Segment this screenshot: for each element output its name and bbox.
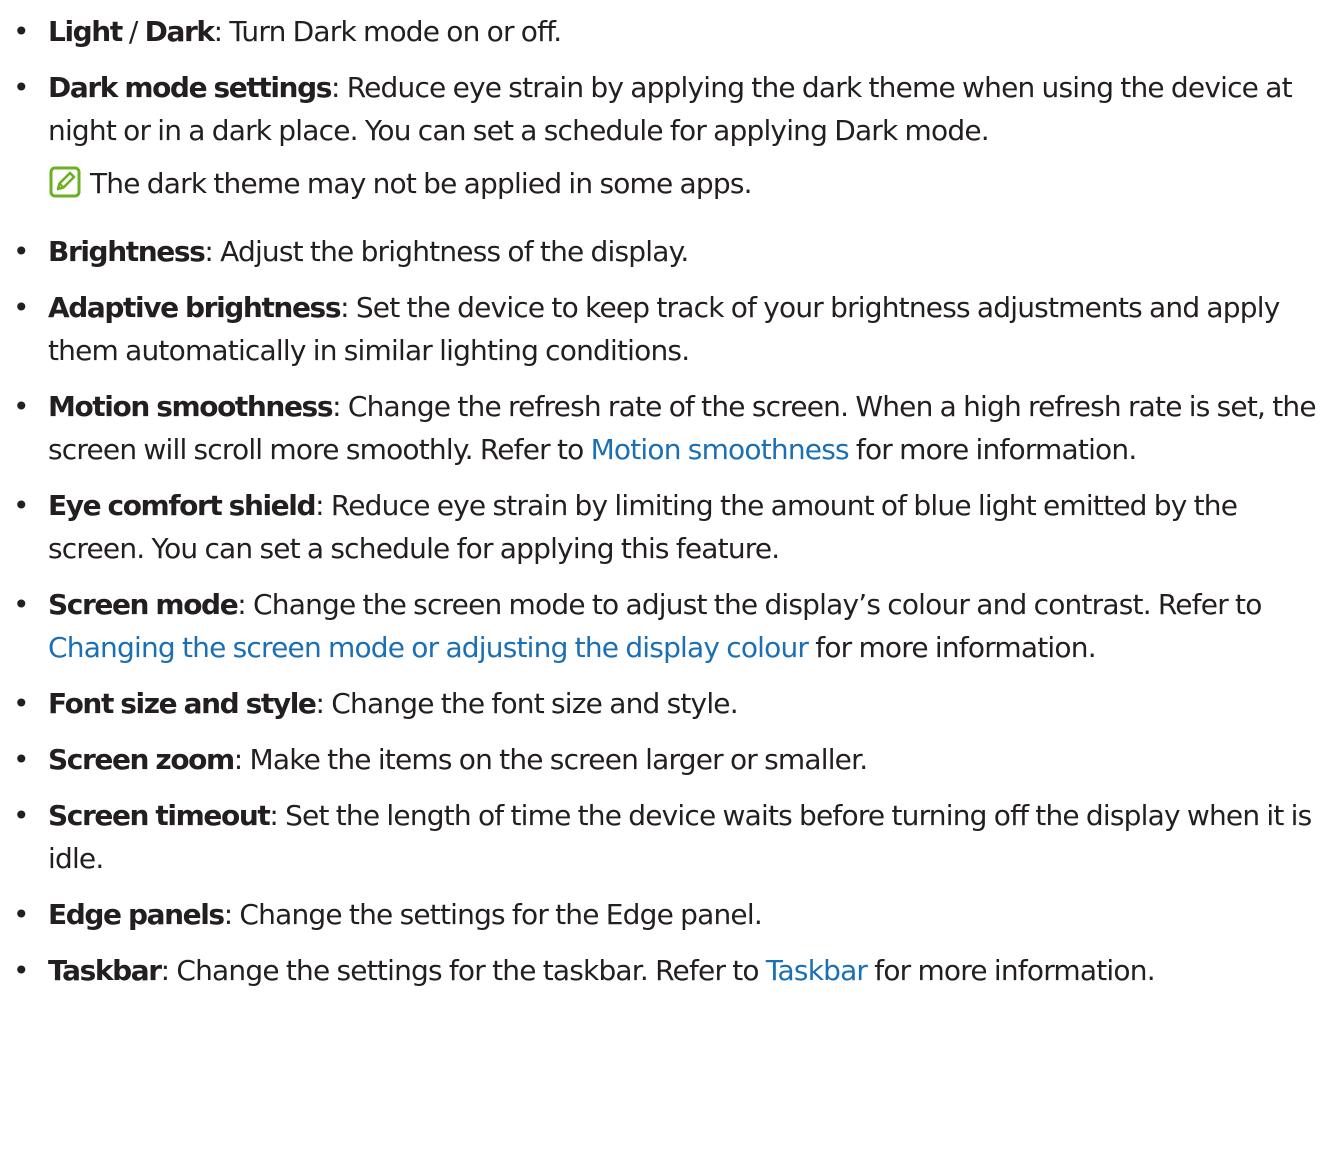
list-item-screen-timeout: • Screen timeout: Set the length of time… <box>8 794 1336 880</box>
term-dark-mode-settings: Dark mode settings <box>48 71 332 104</box>
bullet: • <box>13 71 30 104</box>
bullet: • <box>13 898 30 931</box>
term-motion-smoothness: Motion smoothness <box>48 390 333 423</box>
changing-screen-mode-link[interactable]: Changing the screen mode or adjusting th… <box>48 631 809 664</box>
item-description-end: for more information. <box>867 954 1155 987</box>
list-item-screen-zoom: • Screen zoom: Make the items on the scr… <box>8 738 1336 781</box>
term-screen-mode: Screen mode <box>48 588 239 621</box>
term-font-size-and-style: Font size and style <box>48 687 317 720</box>
list-item-light-dark: • Light / Dark: Turn Dark mode on or off… <box>8 10 1336 53</box>
term-dark: Dark <box>144 15 215 48</box>
item-description: : Change the settings for the Edge panel… <box>223 898 763 931</box>
list-item-brightness: • Brightness: Adjust the brightness of t… <box>8 230 1336 273</box>
bullet: • <box>13 799 30 832</box>
term-edge-panels: Edge panels <box>48 898 225 931</box>
bullet: • <box>13 588 30 621</box>
bullet: • <box>13 743 30 776</box>
term-taskbar: Taskbar <box>48 954 162 987</box>
bullet: • <box>13 687 30 720</box>
item-description: : Change the settings for the taskbar. R… <box>160 954 766 987</box>
item-description: : Change the font size and style. <box>315 687 739 720</box>
term-brightness: Brightness <box>48 235 206 268</box>
bullet: • <box>13 15 30 48</box>
term-screen-timeout: Screen timeout <box>48 799 271 832</box>
list-item-font-size-and-style: • Font size and style: Change the font s… <box>8 682 1336 725</box>
list-item-edge-panels: • Edge panels: Change the settings for t… <box>8 893 1336 936</box>
term-separator: / <box>121 15 145 48</box>
list-item-motion-smoothness: • Motion smoothness: Change the refresh … <box>8 385 1336 471</box>
item-description: : Turn Dark mode on or off. <box>213 15 562 48</box>
bullet: • <box>13 489 30 522</box>
bullet: • <box>13 954 30 987</box>
item-description: : Make the items on the screen larger or… <box>233 743 868 776</box>
term-screen-zoom: Screen zoom <box>48 743 235 776</box>
taskbar-link[interactable]: Taskbar <box>766 954 868 987</box>
list-item-eye-comfort-shield: • Eye comfort shield: Reduce eye strain … <box>8 484 1336 570</box>
display-settings-list: • Light / Dark: Turn Dark mode on or off… <box>8 10 1336 152</box>
list-item-taskbar: • Taskbar: Change the settings for the t… <box>8 949 1336 992</box>
list-item-adaptive-brightness: • Adaptive brightness: Set the device to… <box>8 286 1336 372</box>
note-pencil-icon <box>49 166 81 198</box>
display-settings-list-continued: • Brightness: Adjust the brightness of t… <box>8 230 1336 992</box>
item-description: : Adjust the brightness of the display. <box>204 235 689 268</box>
note-box: The dark theme may not be applied in som… <box>8 162 1336 205</box>
term-adaptive-brightness: Adaptive brightness <box>48 291 341 324</box>
item-description-end: for more information. <box>848 433 1137 466</box>
list-item-dark-mode-settings: • Dark mode settings: Reduce eye strain … <box>8 66 1336 152</box>
document-page: • Light / Dark: Turn Dark mode on or off… <box>0 0 1344 1160</box>
motion-smoothness-link[interactable]: Motion smoothness <box>591 433 850 466</box>
item-description: : Change the screen mode to adjust the d… <box>237 588 1262 621</box>
bullet: • <box>13 235 30 268</box>
term-light: Light <box>48 15 123 48</box>
bullet: • <box>13 390 30 423</box>
term-eye-comfort-shield: Eye comfort shield <box>48 489 317 522</box>
note-text: The dark theme may not be applied in som… <box>90 167 753 200</box>
item-description-end: for more information. <box>808 631 1096 664</box>
list-item-screen-mode: • Screen mode: Change the screen mode to… <box>8 583 1336 669</box>
bullet: • <box>13 291 30 324</box>
